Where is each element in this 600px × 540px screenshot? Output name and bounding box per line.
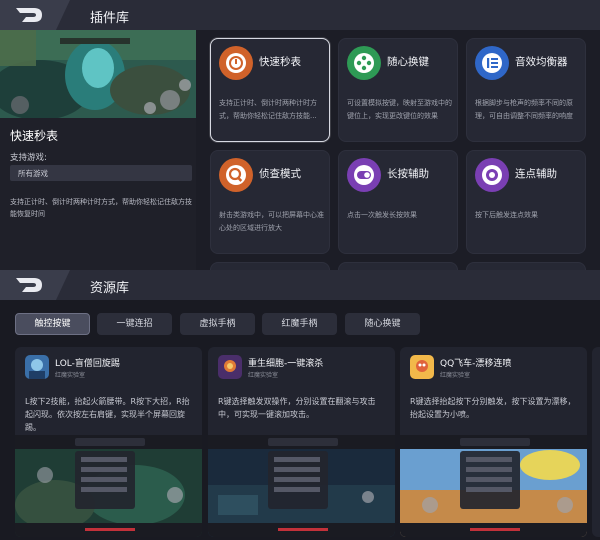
toggle-icon xyxy=(347,158,381,192)
selected-plugin-description: 支持正计时、倒计时两种计时方式，帮助你轻松记住敌方技能恢复时间 xyxy=(10,198,192,218)
resource-desc: R键选择抬起按下分别触发，按下设置为漂移，抬起设置为小喷。 xyxy=(410,397,576,419)
plugin-name: 侦查模式 xyxy=(259,168,301,180)
record-icon xyxy=(475,158,509,192)
plugin-name: 连点辅助 xyxy=(515,168,557,180)
support-tag: 所有游戏 xyxy=(10,165,192,181)
resource-author: 红魔实验室 xyxy=(55,372,86,379)
resource-card[interactable]: 重生细胞-一键滚杀 红魔实验室 R键选择触发双操作，分别设置在翻滚与攻击中，可实… xyxy=(208,347,395,537)
game-screenshot xyxy=(0,30,196,118)
tab-redmagic-gamepad[interactable]: 红魔手柄 xyxy=(262,313,337,335)
plugin-card-partial[interactable] xyxy=(466,262,586,270)
redmagic-logo-icon xyxy=(16,278,42,292)
game-icon xyxy=(218,355,242,379)
resource-header: 资源库 xyxy=(0,270,600,300)
gamepad-icon xyxy=(347,46,381,80)
game-icon xyxy=(25,355,49,379)
stopwatch-icon xyxy=(219,46,253,80)
tab-virtual-gamepad[interactable]: 虚拟手柄 xyxy=(180,313,255,335)
tab-touch-keys[interactable]: 触控按键 xyxy=(15,313,90,335)
resource-preview-image xyxy=(15,435,202,537)
tab-combo[interactable]: 一键连招 xyxy=(97,313,172,335)
plugin-desc: 可设置模拟按键，映射至游戏中的键位上，实现更改键位的效果 xyxy=(347,99,452,120)
plugin-desc: 支持正计时、倒计时两种计时方式，帮助你轻松记住敌方技能... xyxy=(219,99,317,120)
resource-desc: R键选择触发双操作，分别设置在翻滚与攻击中，可实现一键滚加攻击。 xyxy=(218,397,376,419)
plugin-card-key-remap[interactable]: 随心换键 可设置模拟按键，映射至游戏中的键位上，实现更改键位的效果 xyxy=(338,38,458,142)
plugin-card-stopwatch[interactable]: 快速秒表 支持正计时、倒计时两种计时方式，帮助你轻松记住敌方技能... xyxy=(210,38,330,142)
resource-preview-image xyxy=(400,435,587,537)
resource-name: LOL-盲僧回旋踢 xyxy=(55,359,120,369)
resource-author: 红魔实验室 xyxy=(440,372,471,379)
plugin-card-partial[interactable] xyxy=(210,262,330,270)
back-button[interactable] xyxy=(0,270,70,300)
resource-author: 红魔实验室 xyxy=(248,372,279,379)
resource-card-partial[interactable] xyxy=(592,347,600,537)
redmagic-logo-icon xyxy=(16,8,42,22)
plugin-desc: 按下后触发连点效果 xyxy=(475,211,538,219)
resource-card[interactable]: QQ飞车-漂移连喷 红魔实验室 R键选择抬起按下分别触发，按下设置为漂移，抬起设… xyxy=(400,347,587,537)
resource-name: 重生细胞-一键滚杀 xyxy=(248,359,324,369)
plugin-card-partial[interactable] xyxy=(338,262,458,270)
support-label: 支持游戏: xyxy=(10,153,47,163)
plugin-name: 长按辅助 xyxy=(387,168,429,180)
plugin-card-scope[interactable]: 侦查模式 射击类游戏中，可以把屏幕中心准心处的区域进行放大 xyxy=(210,150,330,254)
resource-library-panel: 资源库 触控按键 一键连招 虚拟手柄 红魔手柄 随心换键 LOL-盲僧回旋踢 红… xyxy=(0,270,600,540)
plugin-card-long-press[interactable]: 长按辅助 点击一次触发长按效果 xyxy=(338,150,458,254)
resource-name: QQ飞车-漂移连喷 xyxy=(440,359,512,369)
plugin-name: 音效均衡器 xyxy=(515,56,568,68)
resource-desc: L按下2技能，抬起火箭腰带。R按下大招，R抬起闪现。依次按左右肩键，实现半个屏幕… xyxy=(25,397,190,432)
page-title: 插件库 xyxy=(90,11,130,26)
plugin-name: 快速秒表 xyxy=(259,56,301,68)
page-title: 资源库 xyxy=(90,281,130,296)
tab-key-remap[interactable]: 随心换键 xyxy=(345,313,420,335)
plugin-header: 插件库 xyxy=(0,0,600,30)
plugin-desc: 根据脚步与枪声的频率不同的原理，可自由调整不同频率的响度 xyxy=(475,99,573,120)
resource-preview-image xyxy=(208,435,395,537)
game-icon xyxy=(410,355,434,379)
plugin-desc: 射击类游戏中，可以把屏幕中心准心处的区域进行放大 xyxy=(219,211,324,232)
selected-plugin-title: 快速秒表 xyxy=(10,129,59,143)
resource-card[interactable]: LOL-盲僧回旋踢 红魔实验室 L按下2技能，抬起火箭腰带。R按下大招，R抬起闪… xyxy=(15,347,202,537)
equalizer-icon xyxy=(475,46,509,80)
back-button[interactable] xyxy=(0,0,70,30)
selected-plugin-detail: 快速秒表 支持游戏: 所有游戏 支持正计时、倒计时两种计时方式，帮助你轻松记住敌… xyxy=(0,30,196,270)
magnifier-icon xyxy=(219,158,253,192)
plugin-card-equalizer[interactable]: 音效均衡器 根据脚步与枪声的频率不同的原理，可自由调整不同频率的响度 xyxy=(466,38,586,142)
plugin-name: 随心换键 xyxy=(387,56,429,68)
plugin-desc: 点击一次触发长按效果 xyxy=(347,211,417,219)
plugin-library-panel: 插件库 快速秒表 支持游戏: 所有游戏 支持正计时、倒计时两种计时方式，帮助你轻… xyxy=(0,0,600,270)
plugin-card-auto-tap[interactable]: 连点辅助 按下后触发连点效果 xyxy=(466,150,586,254)
